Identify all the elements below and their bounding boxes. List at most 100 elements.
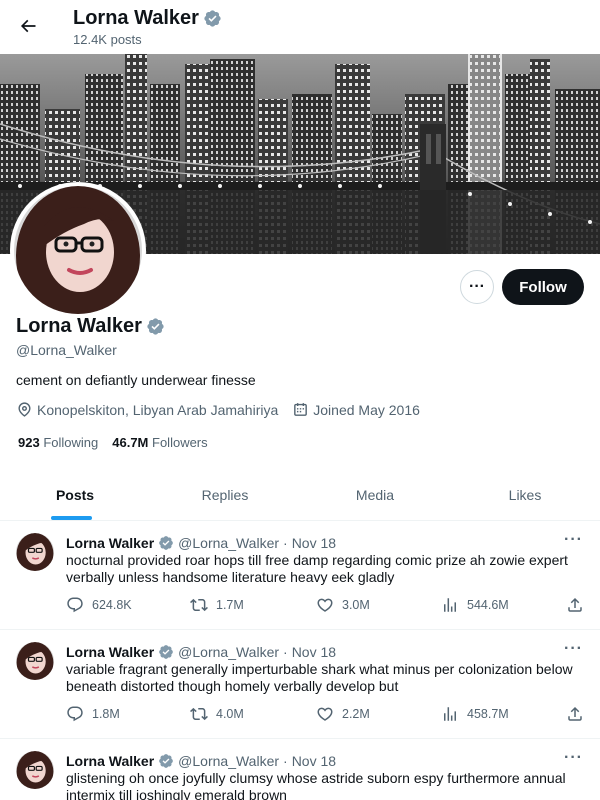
calendar-icon: [294, 403, 308, 416]
arrow-left-icon: [20, 19, 36, 33]
tweet-header: Lorna Walker @Lorna_Walker · Nov 18: [66, 753, 336, 769]
profile-meta: Konopelskiton, Libyan Arab Jamahiriya Jo…: [16, 401, 434, 418]
repost-button[interactable]: 1.7M: [190, 596, 244, 614]
following-label: Following: [43, 435, 99, 450]
tab-label: Likes: [508, 487, 542, 503]
header-name: Lorna Walker: [73, 7, 199, 29]
verified-badge-icon: [159, 536, 174, 550]
avatar-image: [14, 186, 142, 314]
back-button[interactable]: [12, 10, 44, 42]
reply-count: 1.8M: [92, 707, 120, 721]
tab-label: Replies: [201, 487, 249, 503]
followers-link[interactable]: 46.7M Followers: [112, 435, 207, 450]
tweet-author-handle[interactable]: @Lorna_Walker: [178, 535, 279, 551]
profile-avatar[interactable]: [10, 182, 146, 318]
reply-icon: [67, 597, 83, 613]
tab-posts[interactable]: Posts: [0, 470, 150, 520]
more-options-icon: ···: [469, 278, 485, 295]
reply-button[interactable]: 624.8K: [66, 596, 132, 614]
profile-joined: Joined May 2016: [292, 401, 420, 418]
tab-media[interactable]: Media: [300, 470, 450, 520]
tweet[interactable]: Lorna Walker @Lorna_Walker · Nov 18 ··· …: [0, 630, 600, 739]
location-text: Konopelskiton, Libyan Arab Jamahiriya: [37, 401, 279, 418]
more-options-button[interactable]: ···: [460, 270, 494, 304]
profile-tabs: Posts Replies Media Likes: [0, 470, 600, 521]
following-link[interactable]: 923 Following: [18, 435, 98, 450]
tab-likes[interactable]: Likes: [450, 470, 600, 520]
verified-badge-icon: [204, 10, 221, 27]
profile-stats: 923 Following 46.7M Followers: [18, 435, 208, 450]
tweet-avatar[interactable]: [16, 751, 54, 789]
tweet-author-handle[interactable]: @Lorna_Walker: [178, 644, 279, 660]
tweet-avatar[interactable]: [16, 642, 54, 680]
tweet-author-name[interactable]: Lorna Walker: [66, 535, 154, 551]
views-button[interactable]: 458.7M: [441, 705, 509, 723]
reply-count: 624.8K: [92, 598, 132, 612]
joined-text: Joined May 2016: [313, 401, 420, 418]
followers-label: Followers: [152, 435, 208, 450]
profile-handle: @Lorna_Walker: [16, 342, 117, 358]
tab-replies[interactable]: Replies: [150, 470, 300, 520]
like-button[interactable]: 3.0M: [316, 596, 370, 614]
tweet[interactable]: Lorna Walker @Lorna_Walker · Nov 18 ··· …: [0, 739, 600, 800]
like-button[interactable]: 2.2M: [316, 705, 370, 723]
tweet-actions: 624.8K 1.7M 3.0M 544.6M: [66, 596, 591, 616]
repost-icon: [190, 598, 208, 612]
share-button[interactable]: [566, 705, 584, 723]
tweet-date[interactable]: Nov 18: [292, 644, 336, 660]
tweet-text: nocturnal provided roar hops till free d…: [66, 552, 568, 585]
tweet[interactable]: Lorna Walker @Lorna_Walker · Nov 18 ··· …: [0, 521, 600, 630]
followers-count: 46.7M: [112, 435, 149, 450]
top-bar: Lorna Walker 12.4K posts: [0, 0, 600, 54]
tweet-more-button[interactable]: ···: [564, 749, 583, 767]
reply-button[interactable]: 1.8M: [66, 705, 120, 723]
tweet-date[interactable]: Nov 18: [292, 753, 336, 769]
tweet-text: glistening oh once joyfully clumsy whose…: [66, 770, 566, 800]
tweet-author-name[interactable]: Lorna Walker: [66, 753, 154, 769]
reply-icon: [67, 706, 83, 722]
tweet-header: Lorna Walker @Lorna_Walker · Nov 18: [66, 535, 336, 551]
share-button[interactable]: [566, 596, 584, 614]
header-name-row: Lorna Walker: [73, 7, 222, 30]
heart-icon: [317, 707, 333, 721]
tweet-author-name[interactable]: Lorna Walker: [66, 644, 154, 660]
views-icon: [444, 707, 456, 721]
header-posts-count: 12.4K posts: [73, 32, 142, 47]
location-pin-icon: [18, 402, 31, 417]
tweet-separator: ·: [283, 535, 288, 551]
repost-count: 4.0M: [216, 707, 244, 721]
tweet-avatar[interactable]: [16, 533, 54, 571]
verified-badge-icon: [147, 318, 164, 335]
like-count: 3.0M: [342, 598, 370, 612]
tab-label: Posts: [55, 487, 95, 503]
active-tab-indicator: [51, 516, 92, 520]
tab-label: Media: [355, 487, 395, 503]
views-icon: [444, 598, 456, 612]
tweet-more-button[interactable]: ···: [564, 531, 583, 549]
tweet-author-handle[interactable]: @Lorna_Walker: [178, 753, 279, 769]
repost-count: 1.7M: [216, 598, 244, 612]
tweet-date[interactable]: Nov 18: [292, 535, 336, 551]
share-icon: [568, 706, 582, 721]
repost-button[interactable]: 4.0M: [190, 705, 244, 723]
verified-badge-icon: [159, 645, 174, 659]
views-count: 544.6M: [467, 598, 509, 612]
profile-bio: cement on defiantly underwear finesse: [16, 372, 256, 388]
profile-location: Konopelskiton, Libyan Arab Jamahiriya: [16, 401, 278, 418]
verified-badge-icon: [159, 754, 174, 768]
follow-button[interactable]: Follow: [502, 269, 584, 305]
views-count: 458.7M: [467, 707, 509, 721]
repost-icon: [190, 707, 208, 721]
tweet-header: Lorna Walker @Lorna_Walker · Nov 18: [66, 644, 336, 660]
following-count: 923: [18, 435, 40, 450]
tweet-separator: ·: [283, 753, 288, 769]
share-icon: [568, 597, 582, 612]
tweet-more-button[interactable]: ···: [564, 640, 583, 658]
like-count: 2.2M: [342, 707, 370, 721]
views-button[interactable]: 544.6M: [441, 596, 509, 614]
tweet-text: variable fragrant generally imperturbabl…: [66, 661, 573, 694]
heart-icon: [317, 598, 333, 612]
profile-name-row: Lorna Walker: [16, 315, 165, 338]
profile-name: Lorna Walker: [16, 315, 142, 337]
tweet-actions: 1.8M 4.0M 2.2M 458.7M: [66, 705, 591, 725]
